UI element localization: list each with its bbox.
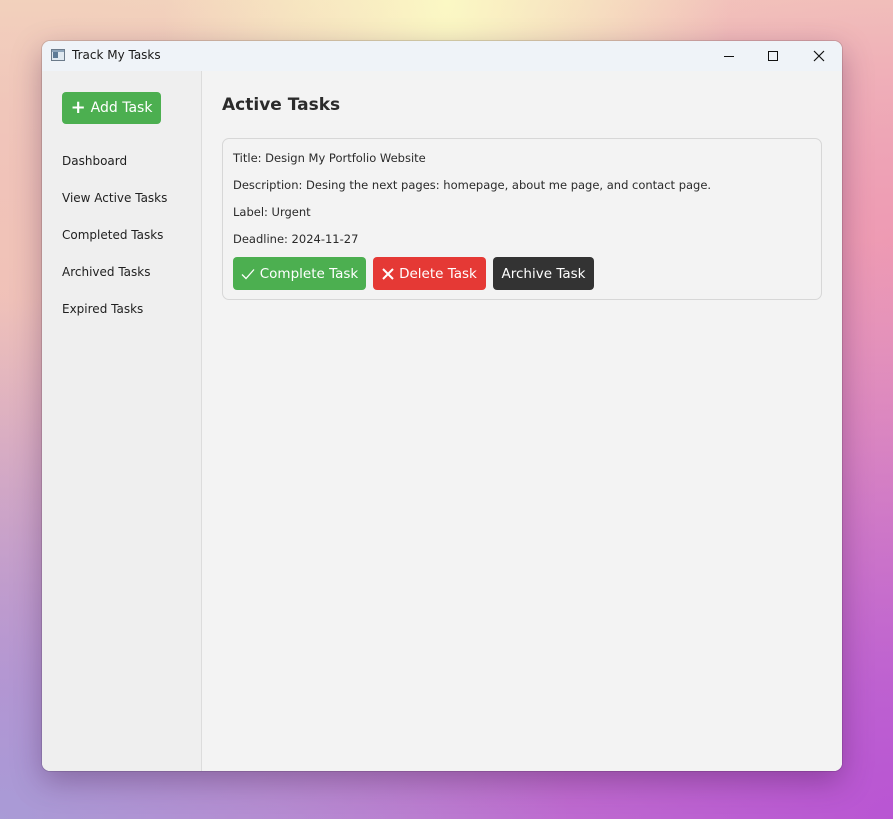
- checkmark-icon: [241, 268, 255, 279]
- plus-icon: +: [70, 97, 86, 118]
- main-content: Active Tasks Title: Design My Portfolio …: [202, 71, 842, 771]
- close-icon: [382, 267, 394, 280]
- window-title: Track My Tasks: [72, 48, 161, 62]
- complete-task-label: Complete Task: [259, 265, 359, 282]
- sidebar-item-view-active-tasks[interactable]: View Active Tasks: [62, 191, 167, 205]
- page-title: Active Tasks: [222, 95, 341, 115]
- complete-task-button[interactable]: Complete Task: [233, 257, 366, 290]
- close-button[interactable]: [796, 41, 842, 71]
- maximize-icon: [768, 51, 778, 61]
- app-icon: [51, 49, 65, 61]
- sidebar-item-completed-tasks[interactable]: Completed Tasks: [62, 228, 163, 242]
- delete-task-button[interactable]: Delete Task: [373, 257, 486, 290]
- sidebar-item-expired-tasks[interactable]: Expired Tasks: [62, 302, 143, 316]
- app-window: Track My Tasks + Add Task Dashboard View…: [42, 41, 842, 771]
- minimize-button[interactable]: [706, 41, 752, 71]
- add-task-label: Add Task: [90, 100, 153, 116]
- delete-task-label: Delete Task: [399, 265, 477, 282]
- task-label: Label: Urgent: [233, 205, 311, 219]
- archive-task-button[interactable]: Archive Task: [493, 257, 594, 290]
- maximize-button[interactable]: [750, 41, 796, 71]
- minimize-icon: [724, 55, 734, 57]
- close-icon: [813, 50, 825, 62]
- task-title: Title: Design My Portfolio Website: [233, 151, 426, 165]
- title-bar[interactable]: Track My Tasks: [42, 41, 842, 71]
- sidebar: + Add Task Dashboard View Active Tasks C…: [42, 71, 202, 771]
- add-task-button[interactable]: + Add Task: [62, 92, 161, 124]
- task-description: Description: Desing the next pages: home…: [233, 178, 712, 192]
- task-deadline: Deadline: 2024-11-27: [233, 232, 359, 246]
- archive-task-label: Archive Task: [501, 265, 586, 282]
- sidebar-item-dashboard[interactable]: Dashboard: [62, 154, 127, 168]
- sidebar-item-archived-tasks[interactable]: Archived Tasks: [62, 265, 150, 279]
- task-card: Title: Design My Portfolio Website Descr…: [222, 138, 822, 300]
